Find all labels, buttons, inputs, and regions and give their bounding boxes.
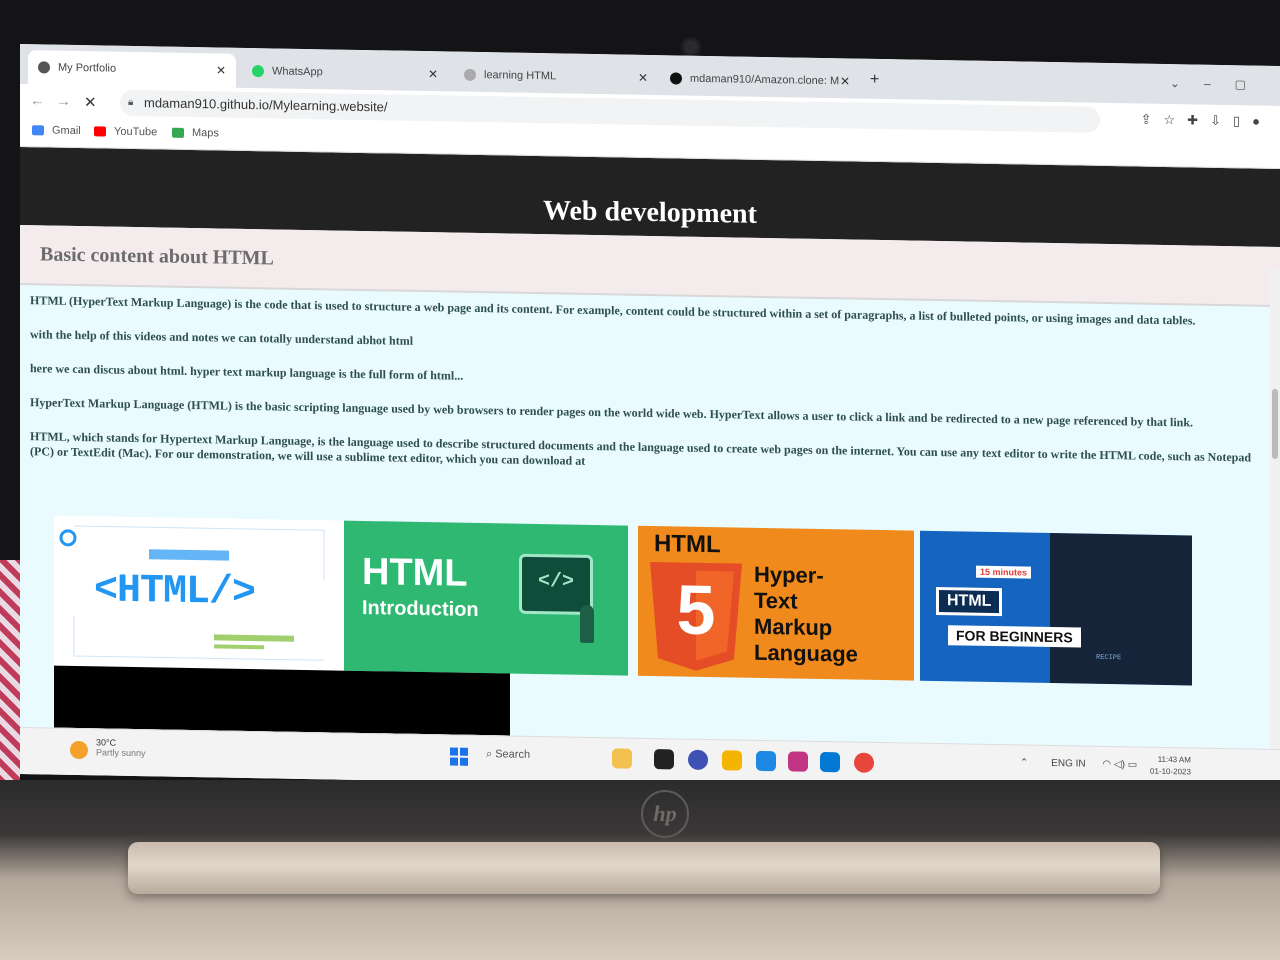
hp-logo: hp — [641, 790, 689, 838]
laptop-hinge — [128, 842, 1160, 894]
download-icon[interactable]: ⇩ — [1210, 113, 1233, 128]
toolbar-icons: ⇪☆✚⇩▯● — [1141, 112, 1272, 130]
globe-icon — [38, 61, 50, 74]
tab-whatsapp[interactable]: WhatsApp ✕ — [242, 54, 448, 92]
loading-icon — [464, 68, 476, 81]
image-row: <HTML/> HTML Introduction </> HTML 5 Hyp… — [54, 515, 1194, 686]
img3-line: Language — [754, 639, 858, 667]
back-arrow-icon[interactable]: ← — [30, 92, 45, 109]
content-paragraphs: HTML (HyperText Markup Language) is the … — [30, 293, 1270, 500]
forward-arrow-icon[interactable]: → — [56, 93, 71, 110]
close-icon[interactable]: ✕ — [216, 63, 226, 77]
tab-title: mdaman910/Amazon.clone: M — [690, 72, 840, 88]
html-tag-image: <HTML/> — [54, 515, 344, 671]
window-controls[interactable]: ⌄–▢ — [1170, 76, 1270, 92]
tab-title: My Portfolio — [58, 61, 117, 75]
html-for-beginners-image: 15 minutes HTML FOR BEGINNERS RECIPE — [920, 530, 1192, 686]
instagram-app-icon[interactable] — [788, 751, 808, 772]
clock-date: 01-10-2023 — [1150, 766, 1191, 777]
html-tag-text: <HTML/> — [94, 568, 256, 617]
widgets-app-icon[interactable] — [612, 748, 632, 769]
vscode-app-icon[interactable] — [820, 751, 840, 773]
bookmark-gmail[interactable]: Gmail — [32, 124, 81, 137]
chrome-app-icon[interactable] — [854, 752, 874, 773]
system-tray[interactable]: ⌃ ENG IN ◠ ◁) ▭ — [1020, 757, 1137, 770]
web-page: Web development Basic content about HTML… — [20, 147, 1280, 749]
share-icon[interactable]: ⇪ — [1141, 112, 1164, 127]
chevron-up-icon[interactable]: ⌃ — [1020, 757, 1028, 768]
img3-line: Hyper- — [754, 561, 824, 589]
youtube-icon — [94, 126, 106, 137]
whatsapp-icon — [252, 65, 264, 78]
bookmark-label: YouTube — [114, 125, 158, 139]
bookmark-label: Gmail — [52, 124, 81, 138]
chat-app-icon[interactable] — [688, 749, 708, 771]
new-tab-button[interactable]: + — [870, 71, 879, 89]
star-icon[interactable]: ☆ — [1164, 112, 1188, 127]
img2-title: HTML — [362, 550, 468, 595]
store-app-icon[interactable] — [756, 750, 776, 772]
img4-beginners-label: FOR BEGINNERS — [948, 625, 1081, 648]
img4-html-label: HTML — [936, 586, 1003, 617]
screen: My Portfolio ✕ WhatsApp ✕ learning HTML … — [20, 44, 1280, 796]
windows-start-icon[interactable] — [450, 747, 468, 766]
paragraph: with the help of this videos and notes w… — [30, 327, 414, 348]
person-illustration — [580, 604, 594, 644]
img3-lines: Hyper- Text Markup Language — [754, 562, 858, 668]
img2-subtitle: Introduction — [362, 596, 479, 622]
clock-time: 11:43 AM — [1157, 754, 1191, 765]
black-media-box — [54, 665, 510, 736]
weather-desc: Partly sunny — [96, 747, 146, 759]
img3-line: Text — [754, 587, 798, 614]
tab-my-portfolio[interactable]: My Portfolio ✕ — [28, 50, 236, 88]
tab-github-amazon-clone[interactable]: mdaman910/Amazon.clone: M ✕ — [660, 61, 860, 98]
html5-logo-image: HTML 5 Hyper- Text Markup Language — [638, 525, 914, 681]
lang-line2: IN — [1075, 758, 1086, 770]
img4-time-badge: 15 minutes — [976, 565, 1032, 579]
file-app-icon[interactable] — [654, 749, 674, 770]
lang-line1: ENG — [1051, 757, 1073, 770]
file-explorer-icon[interactable] — [722, 750, 742, 771]
taskbar-search[interactable]: ⌕ Search — [486, 748, 530, 762]
paragraph: HTML, which stands for Hypertext Markup … — [30, 429, 1251, 468]
paragraph: here we can discus about html. hyper tex… — [30, 361, 464, 383]
section-title: Basic content about HTML — [40, 243, 274, 270]
volume-icon[interactable]: ◁) — [1114, 759, 1125, 770]
close-icon[interactable]: ✕ — [840, 74, 850, 88]
lock-icon: 🔒︎ — [128, 96, 134, 108]
profile-icon[interactable]: ● — [1252, 114, 1272, 129]
tab-title: learning HTML — [484, 69, 557, 83]
background-fabric — [0, 560, 20, 800]
img4-code-tag: RECIPE — [1096, 653, 1122, 663]
wifi-icon[interactable]: ◠ — [1102, 759, 1111, 770]
battery-icon[interactable]: ▭ — [1128, 759, 1137, 770]
sidebar-icon[interactable]: ▯ — [1233, 113, 1252, 128]
paragraph: HyperText Markup Language (HTML) is the … — [30, 395, 1194, 430]
close-icon[interactable]: ✕ — [428, 67, 438, 81]
search-label: Search — [495, 748, 531, 761]
sun-icon — [70, 740, 88, 760]
clock[interactable]: 11:43 AM 01-10-2023 — [1150, 754, 1191, 779]
scrollbar-thumb[interactable] — [1272, 388, 1278, 459]
html5-badge: 5 — [676, 570, 716, 650]
tab-learning-html[interactable]: learning HTML ✕ — [454, 58, 658, 96]
img3-line: Markup — [754, 613, 833, 641]
bookmark-label: Maps — [192, 127, 219, 140]
webcam — [684, 40, 698, 54]
bookmark-youtube[interactable]: YouTube — [94, 125, 157, 138]
github-icon — [670, 72, 682, 85]
code-panel — [1050, 532, 1192, 686]
lang-indicator[interactable]: ENG IN — [1051, 758, 1085, 770]
close-icon[interactable]: ✕ — [638, 71, 648, 85]
tab-title: WhatsApp — [272, 65, 323, 79]
stop-loading-icon[interactable]: ✕ — [84, 93, 97, 111]
page-scrollbar[interactable] — [1270, 268, 1280, 749]
maps-icon — [172, 127, 184, 138]
html-introduction-image: HTML Introduction </> — [344, 520, 628, 676]
weather-widget[interactable]: 30°C Partly sunny — [70, 737, 146, 760]
extensions-icon[interactable]: ✚ — [1187, 112, 1210, 127]
url-text: mdaman910.github.io/Mylearning.website/ — [144, 95, 388, 115]
google-icon — [32, 125, 44, 136]
bookmark-maps[interactable]: Maps — [172, 127, 219, 140]
